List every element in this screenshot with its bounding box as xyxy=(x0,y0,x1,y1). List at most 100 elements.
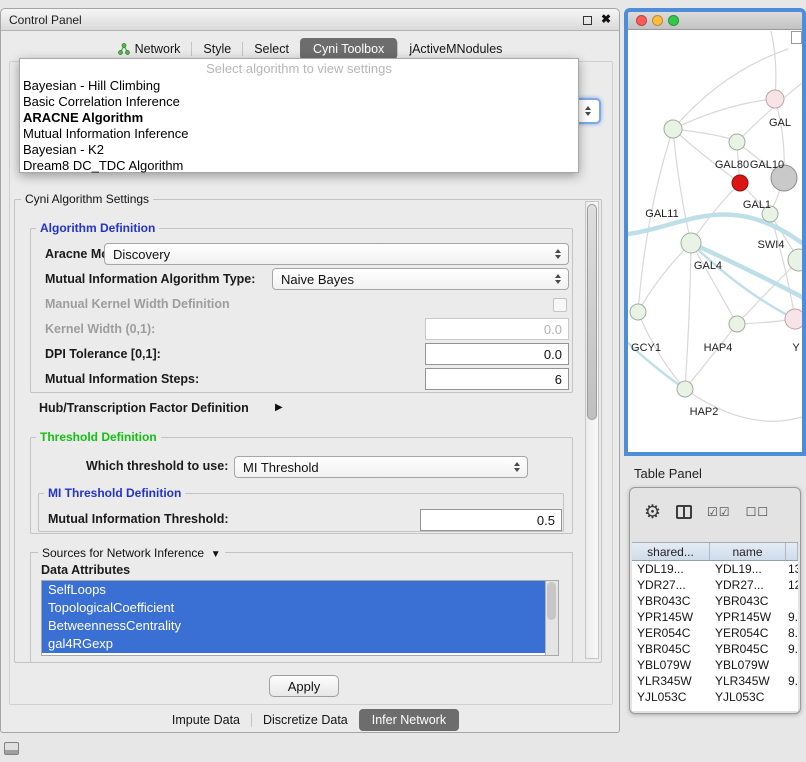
sources-group-header[interactable]: Sources for Network Inference ▼ xyxy=(38,546,225,560)
table-cell[interactable]: YBR043C xyxy=(632,594,710,608)
table-cell[interactable]: YDR27... xyxy=(710,578,786,592)
columns-icon[interactable] xyxy=(676,505,692,519)
table-cell[interactable]: YPR145W xyxy=(632,610,710,624)
settings-scrollbar[interactable] xyxy=(585,201,599,659)
table-cell[interactable]: YJL053C xyxy=(632,690,710,704)
table-cell[interactable]: 8. xyxy=(786,626,798,640)
collapse-down-icon[interactable]: ▼ xyxy=(211,549,221,560)
table-cell[interactable]: 9. xyxy=(786,610,798,624)
network-edge[interactable] xyxy=(685,324,737,389)
data-attributes-list[interactable]: SelfLoopsTopologicalCoefficientBetweenne… xyxy=(41,580,559,656)
network-node[interactable] xyxy=(729,134,745,150)
network-edge[interactable] xyxy=(673,129,740,183)
collapse-right-icon[interactable]: ▶ xyxy=(275,402,283,413)
table-cell[interactable]: 9. xyxy=(786,674,798,688)
tab-impute-data[interactable]: Impute Data xyxy=(161,709,251,731)
attribute-item[interactable]: gal4RGexp xyxy=(42,635,545,653)
tab-discretize-data[interactable]: Discretize Data xyxy=(252,709,359,731)
column-header[interactable]: shared... xyxy=(632,543,710,560)
table-cell[interactable]: 13 xyxy=(786,562,798,576)
network-node[interactable] xyxy=(630,304,646,320)
tab-infer-network[interactable]: Infer Network xyxy=(359,709,459,731)
table-cell[interactable]: YLR345W xyxy=(632,674,710,688)
network-edge[interactable] xyxy=(771,31,776,99)
tab-network[interactable]: Network xyxy=(107,38,192,60)
network-node[interactable] xyxy=(729,316,745,332)
table-cell[interactable]: YLR345W xyxy=(710,674,786,688)
gear-icon[interactable]: ⚙ xyxy=(644,503,661,522)
dpi-tolerance-field[interactable]: 0.0 xyxy=(425,343,569,365)
control-panel-titlebar[interactable]: Control Panel ✖ xyxy=(1,9,619,31)
table-row[interactable]: YER054CYER054C8. xyxy=(632,625,798,641)
tab-cyni-toolbox[interactable]: Cyni Toolbox xyxy=(300,38,397,60)
mi-steps-field[interactable]: 6 xyxy=(425,368,569,390)
network-window-titlebar[interactable] xyxy=(628,12,802,30)
network-edge[interactable] xyxy=(673,129,691,243)
table-cell[interactable]: YPR145W xyxy=(710,610,786,624)
tab-select[interactable]: Select xyxy=(243,38,300,60)
network-edge[interactable] xyxy=(685,243,691,389)
network-node[interactable] xyxy=(788,249,802,271)
table-cell[interactable]: YBR045C xyxy=(710,642,786,656)
network-node[interactable] xyxy=(732,175,748,191)
table-row[interactable]: YBL079WYBL079W xyxy=(632,657,798,673)
show-panel-icon[interactable] xyxy=(4,742,19,755)
table-cell[interactable]: YER054C xyxy=(632,626,710,640)
table-cell[interactable]: YBL079W xyxy=(710,658,786,672)
float-panel-icon[interactable] xyxy=(583,16,592,25)
select-all-icon[interactable]: ☑☑ xyxy=(707,506,731,518)
attribute-item[interactable]: SelfLoops xyxy=(42,581,545,599)
apply-button[interactable]: Apply xyxy=(269,675,339,697)
which-threshold-combobox[interactable]: MI Threshold xyxy=(234,456,528,478)
network-node[interactable] xyxy=(677,381,693,397)
network-node[interactable] xyxy=(664,120,682,138)
table-cell[interactable]: YDL19... xyxy=(710,562,786,576)
mi-threshold-field[interactable]: 0.5 xyxy=(420,509,562,531)
network-node[interactable] xyxy=(681,233,701,253)
table-row[interactable]: YBR043CYBR043C xyxy=(632,593,798,609)
mi-type-combobox[interactable]: Naive Bayes xyxy=(272,268,569,290)
network-node[interactable] xyxy=(785,309,802,329)
tab-style[interactable]: Style xyxy=(192,38,242,60)
table-cell[interactable]: YJL053C xyxy=(710,690,786,704)
attribute-item[interactable]: TopologicalCoefficient xyxy=(42,599,545,617)
network-node[interactable] xyxy=(766,90,784,108)
table-row[interactable]: YJL053CYJL053C xyxy=(632,689,798,705)
table-cell[interactable]: YBR043C xyxy=(710,594,786,608)
algorithm-option[interactable]: Mutual Information Inference xyxy=(20,126,578,142)
column-header[interactable]: name xyxy=(710,543,786,560)
network-edge[interactable] xyxy=(673,129,737,142)
hub-section-header[interactable]: Hub/Transcription Factor Definition xyxy=(39,401,249,415)
close-icon[interactable]: ✖ xyxy=(601,12,611,26)
table-cell[interactable]: YER054C xyxy=(710,626,786,640)
algorithm-option[interactable]: Basic Correlation Inference xyxy=(20,94,578,110)
table-row[interactable]: YBR045CYBR045C9. xyxy=(632,641,798,657)
table-row[interactable]: YPR145WYPR145W9. xyxy=(632,609,798,625)
zoom-traffic-icon[interactable] xyxy=(668,15,679,26)
column-header[interactable] xyxy=(786,543,798,560)
table-cell[interactable]: 9. xyxy=(786,642,798,656)
network-canvas-svg[interactable]: GAL80GAL10GAL11GAL1SWI4GAL4GCY1HAP4HAP2G… xyxy=(628,31,802,452)
table-row[interactable]: YDR27...YDR27...12 xyxy=(632,577,798,593)
attributes-list-scrollbar[interactable] xyxy=(545,581,558,655)
table-row[interactable]: YDL19...YDL19...13 xyxy=(632,561,798,577)
network-edge[interactable] xyxy=(673,99,775,129)
table-cell[interactable]: YBR045C xyxy=(632,642,710,656)
scrollbar-thumb[interactable] xyxy=(587,204,597,420)
algorithm-option[interactable]: Bayesian - Hill Climbing xyxy=(20,78,578,94)
table-row[interactable]: YLR345WYLR345W9. xyxy=(632,673,798,689)
network-edge[interactable] xyxy=(638,243,691,312)
algorithm-option[interactable]: ARACNE Algorithm xyxy=(20,110,578,126)
table-cell[interactable]: YDR27... xyxy=(632,578,710,592)
aracne-mode-combobox[interactable]: Discovery xyxy=(104,243,569,265)
tab-jactivemnodules[interactable]: jActiveMNodules xyxy=(398,38,513,60)
deselect-all-icon[interactable]: ☐☐ xyxy=(746,506,770,518)
table-cell[interactable]: 12 xyxy=(786,578,798,592)
table-cell[interactable]: YBL079W xyxy=(632,658,710,672)
network-edge[interactable] xyxy=(691,243,795,319)
algorithm-option[interactable]: Dream8 DC_TDC Algorithm xyxy=(20,158,578,174)
minimize-traffic-icon[interactable] xyxy=(652,15,663,26)
attribute-item[interactable]: BetweennessCentrality xyxy=(42,617,545,635)
close-traffic-icon[interactable] xyxy=(636,15,647,26)
algorithm-option[interactable]: Bayesian - K2 xyxy=(20,142,578,158)
